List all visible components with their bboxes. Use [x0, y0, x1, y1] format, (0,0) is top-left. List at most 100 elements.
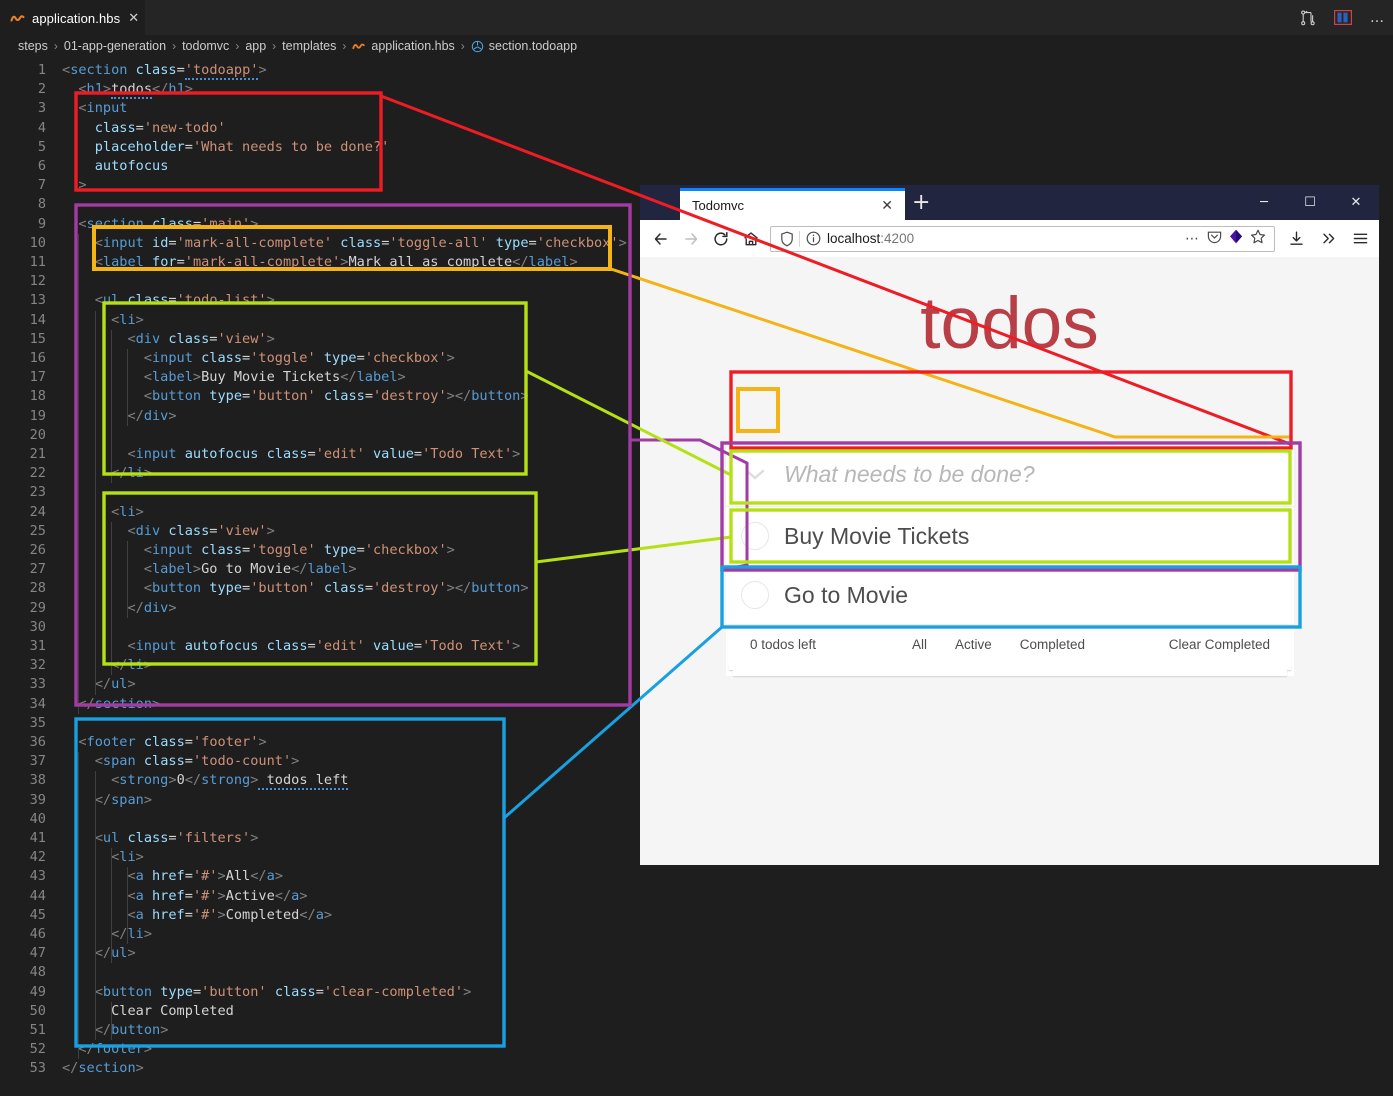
- code-line[interactable]: <input autofocus class='edit' value='Tod…: [127, 637, 520, 656]
- breadcrumb-item-0[interactable]: steps: [18, 39, 48, 53]
- code-line[interactable]: >: [78, 176, 86, 195]
- browser-tab-close-icon[interactable]: ✕: [881, 198, 893, 214]
- code-token: <: [144, 542, 152, 558]
- new-todo-placeholder[interactable]: What needs to be done?: [784, 461, 1035, 488]
- close-button[interactable]: ✕: [1333, 185, 1379, 220]
- code-token: =: [242, 580, 250, 596]
- shield-icon[interactable]: [775, 231, 799, 247]
- info-icon[interactable]: [800, 231, 827, 246]
- code-line[interactable]: <a href='#'>Active</a>: [127, 887, 307, 906]
- breadcrumb-item-5[interactable]: application.hbs: [352, 39, 454, 53]
- code-line[interactable]: <input class='toggle' type='checkbox'>: [144, 541, 455, 560]
- code-line[interactable]: </li>: [111, 464, 152, 483]
- code-line[interactable]: </ul>: [95, 675, 136, 694]
- code-line[interactable]: <input class='toggle' type='checkbox'>: [144, 349, 455, 368]
- code-line[interactable]: <h1>todos</h1>: [78, 80, 193, 99]
- code-line[interactable]: <section class='main'>: [78, 215, 258, 234]
- code-token: </: [111, 465, 127, 481]
- code-line[interactable]: </section>: [78, 695, 160, 714]
- code-line[interactable]: </ul>: [95, 944, 136, 963]
- editor-tab-close-icon[interactable]: ✕: [128, 12, 139, 25]
- code-line[interactable]: <input autofocus class='edit' value='Tod…: [127, 445, 520, 464]
- code-token: span: [111, 792, 144, 808]
- breadcrumb-item-4[interactable]: templates: [282, 39, 336, 53]
- code-token: autofocus: [185, 446, 259, 462]
- minimize-button[interactable]: ─: [1241, 185, 1287, 220]
- code-line[interactable]: <span class='todo-count'>: [95, 752, 300, 771]
- code-line[interactable]: placeholder='What needs to be done?': [95, 138, 390, 157]
- code-line[interactable]: <li>: [111, 311, 144, 330]
- code-token: <: [95, 830, 103, 846]
- filter-active[interactable]: Active: [941, 637, 1006, 652]
- downloads-icon[interactable]: [1281, 224, 1311, 254]
- code-line[interactable]: </div>: [127, 599, 176, 618]
- code-line[interactable]: Clear Completed: [111, 1002, 234, 1021]
- code-line[interactable]: <li>: [111, 503, 144, 522]
- code-line[interactable]: </div>: [127, 407, 176, 426]
- breadcrumb-item-6[interactable]: section.todoapp: [471, 39, 577, 53]
- pocket-icon[interactable]: [1207, 229, 1222, 248]
- code-line[interactable]: <ul class='todo-list'>: [95, 291, 275, 310]
- more-actions-icon[interactable]: …: [1370, 10, 1385, 26]
- code-line[interactable]: </section>: [62, 1059, 144, 1078]
- code-line[interactable]: </footer>: [78, 1040, 152, 1059]
- code-line[interactable]: <label>Buy Movie Tickets</label>: [144, 368, 406, 387]
- code-line[interactable]: </li>: [111, 925, 152, 944]
- breadcrumb-item-1[interactable]: 01-app-generation: [64, 39, 166, 53]
- code-line[interactable]: <strong>0</strong> todos left: [111, 771, 348, 790]
- split-editor-icon[interactable]: [1300, 10, 1316, 26]
- browser-tab-todomvc[interactable]: Todomvc ✕: [680, 188, 905, 220]
- forward-arrow-icon[interactable]: [676, 224, 706, 254]
- breadcrumb-item-3[interactable]: app: [245, 39, 266, 53]
- code-line[interactable]: <div class='view'>: [127, 522, 274, 541]
- code-line[interactable]: class='new-todo': [95, 119, 226, 138]
- code-line[interactable]: <div class='view'>: [127, 330, 274, 349]
- code-line[interactable]: <section class='todoapp'>: [62, 61, 267, 80]
- split-editor-panel-icon[interactable]: [1334, 10, 1352, 25]
- toggle-all-chevron-down-icon[interactable]: [726, 465, 784, 483]
- code-line[interactable]: <input id='mark-all-complete' class='tog…: [95, 234, 627, 253]
- url-bar[interactable]: localhost:4200 ⋯: [770, 226, 1275, 252]
- editor-tab-application-hbs[interactable]: application.hbs ✕: [0, 0, 145, 35]
- todo-item[interactable]: Go to Movie: [726, 565, 1294, 624]
- code-line[interactable]: <li>: [111, 848, 144, 867]
- code-line[interactable]: <ul class='filters'>: [95, 829, 259, 848]
- code-line[interactable]: <footer class='footer'>: [78, 733, 266, 752]
- overflow-chevrons-icon[interactable]: [1313, 224, 1343, 254]
- maximize-button[interactable]: ☐: [1287, 185, 1333, 220]
- line-number: 40: [0, 810, 46, 829]
- code-token: <: [95, 254, 103, 270]
- code-line[interactable]: </button>: [95, 1021, 169, 1040]
- back-arrow-icon[interactable]: [646, 224, 676, 254]
- todo-item[interactable]: Buy Movie Tickets: [726, 506, 1294, 565]
- hamburger-menu-icon[interactable]: [1345, 224, 1375, 254]
- todo-toggle-checkbox[interactable]: [726, 581, 784, 609]
- code-line[interactable]: autofocus: [95, 157, 169, 176]
- home-icon[interactable]: [736, 224, 766, 254]
- code-line[interactable]: <a href='#'>All</a>: [127, 867, 283, 886]
- code-line[interactable]: <button type='button' class='destroy'></…: [144, 387, 529, 406]
- code-line[interactable]: <label for='mark-all-complete'>Mark all …: [95, 253, 578, 272]
- container-icon[interactable]: [1229, 229, 1243, 248]
- todo-toggle-checkbox[interactable]: [726, 522, 784, 550]
- filter-all[interactable]: All: [898, 637, 941, 652]
- browser-nav-bar: localhost:4200 ⋯: [640, 220, 1379, 257]
- bookmark-star-icon[interactable]: [1250, 229, 1266, 249]
- new-tab-icon[interactable]: +: [912, 194, 930, 212]
- code-line[interactable]: <button type='button' class='clear-compl…: [95, 983, 472, 1002]
- url-text[interactable]: localhost:4200: [827, 231, 1185, 246]
- code-token: =: [168, 292, 176, 308]
- code-line[interactable]: </span>: [95, 791, 152, 810]
- code-line[interactable]: <label>Go to Movie</label>: [144, 560, 357, 579]
- clear-completed-button[interactable]: Clear Completed: [1169, 637, 1270, 652]
- reload-icon[interactable]: [706, 224, 736, 254]
- more-dots-icon[interactable]: ⋯: [1185, 234, 1200, 244]
- code-line[interactable]: </li>: [111, 656, 152, 675]
- code-token: section: [78, 1060, 135, 1076]
- code-line[interactable]: <input: [78, 99, 127, 118]
- code-line[interactable]: <a href='#'>Completed</a>: [127, 906, 332, 925]
- filter-completed[interactable]: Completed: [1006, 637, 1099, 652]
- breadcrumb-item-2[interactable]: todomvc: [182, 39, 229, 53]
- breadcrumb-separator: ›: [235, 39, 239, 53]
- code-line[interactable]: <button type='button' class='destroy'></…: [144, 579, 529, 598]
